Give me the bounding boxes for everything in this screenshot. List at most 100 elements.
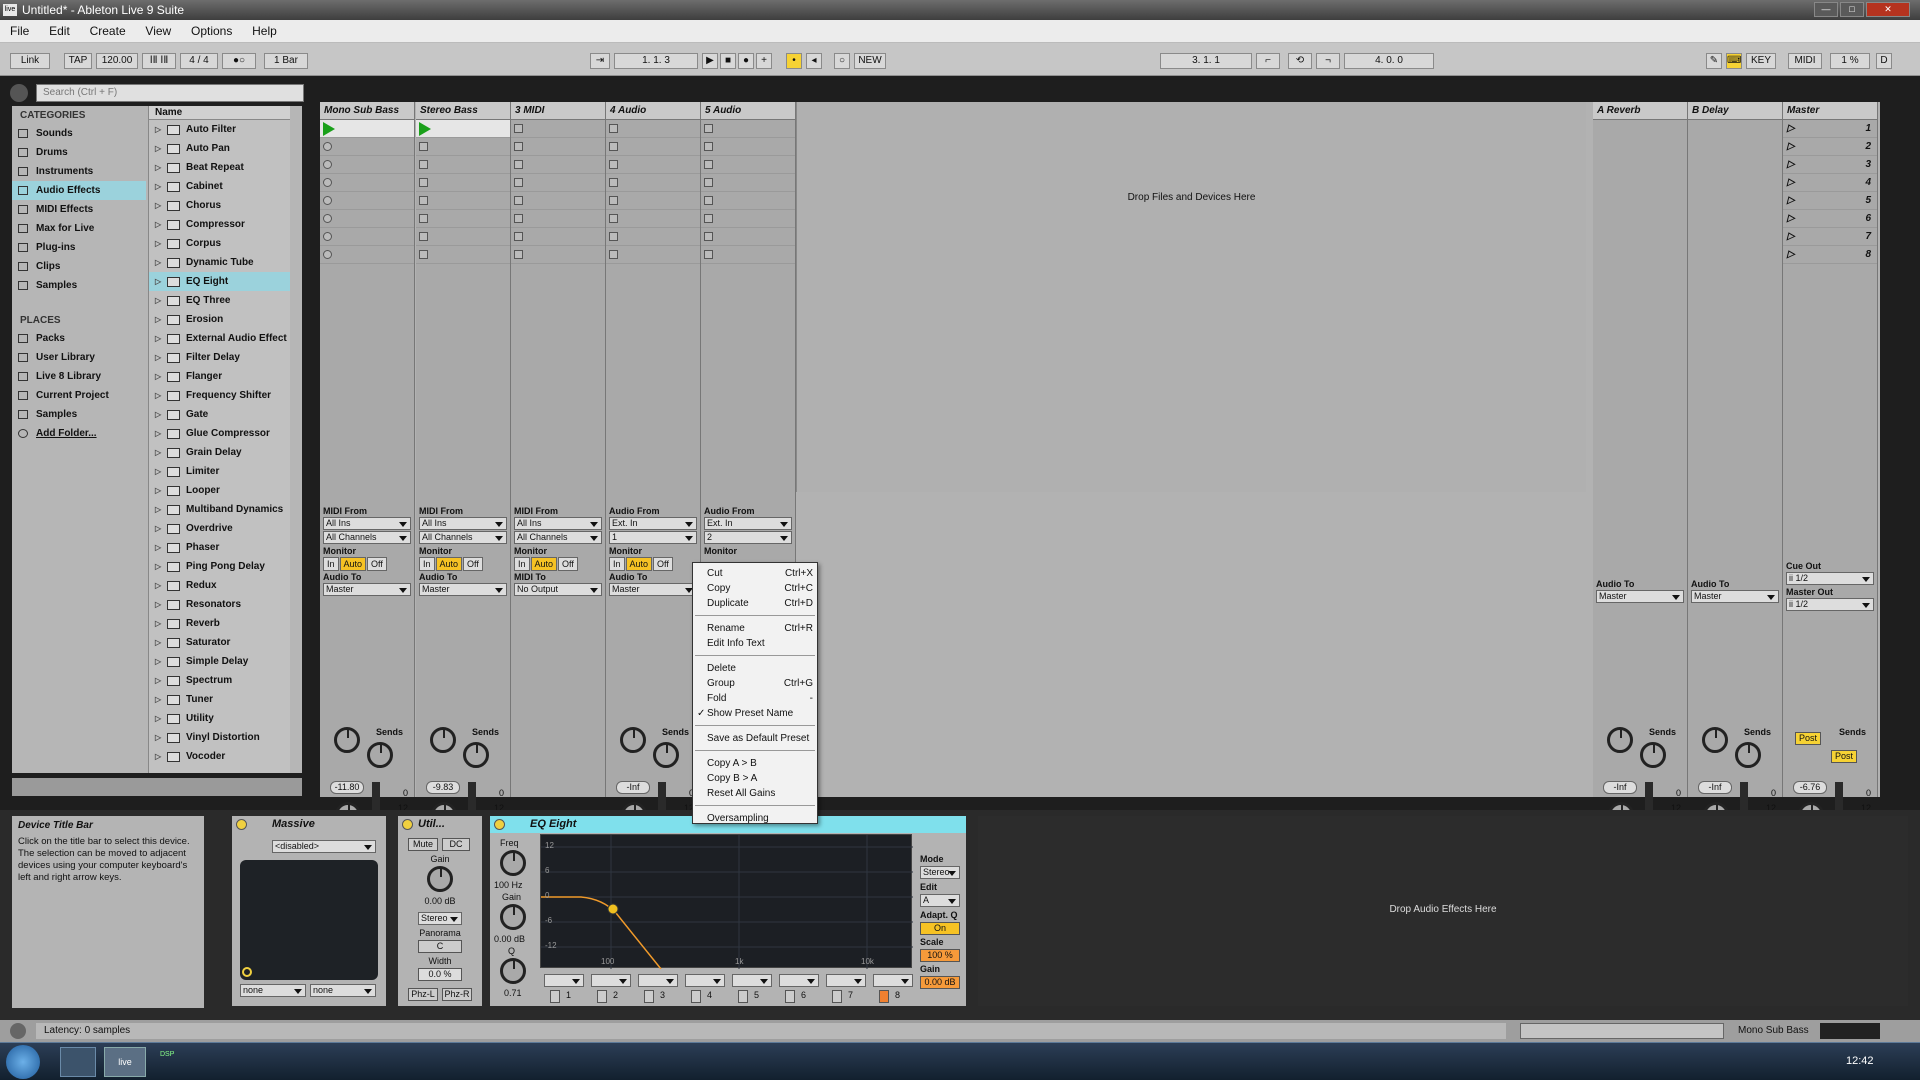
clip-slot[interactable] xyxy=(701,210,795,228)
clip-slot[interactable] xyxy=(511,174,605,192)
expand-arrow-icon[interactable]: ▷ xyxy=(155,443,161,462)
browser-item[interactable]: ▷ Saturator xyxy=(149,633,290,652)
context-menu-item[interactable]: Save as Default Preset xyxy=(707,732,813,746)
monitor-in-button[interactable]: In xyxy=(419,557,435,571)
eq-gain-knob[interactable] xyxy=(500,904,526,930)
view-toggle-icon[interactable] xyxy=(1820,1023,1880,1039)
send-a-knob[interactable] xyxy=(1607,727,1633,753)
clip-stop-icon[interactable] xyxy=(419,250,428,259)
record-clip-icon[interactable] xyxy=(323,160,332,169)
device-on-icon[interactable] xyxy=(494,819,505,830)
record-icon[interactable]: ● xyxy=(738,53,754,69)
expand-arrow-icon[interactable]: ▷ xyxy=(155,595,161,614)
scene-play-icon[interactable]: ▷ xyxy=(1787,156,1795,174)
clip-stop-icon[interactable] xyxy=(609,214,618,223)
scene-launch[interactable]: ▷ 8 xyxy=(1783,246,1877,264)
clip-slot[interactable] xyxy=(606,156,700,174)
browser-item[interactable]: ▷ EQ Three xyxy=(149,291,290,310)
clip-stop-icon[interactable] xyxy=(419,142,428,151)
mode-select[interactable]: Stereo xyxy=(920,866,960,879)
clip-stop-icon[interactable] xyxy=(514,160,523,169)
browser-item[interactable]: ▷ Overdrive xyxy=(149,519,290,538)
send-b-knob[interactable] xyxy=(1640,742,1666,768)
band-toggle[interactable] xyxy=(691,990,701,1003)
input-source-select[interactable]: All Ins xyxy=(323,517,411,530)
key-map-button[interactable]: KEY xyxy=(1746,53,1776,69)
overdub-icon[interactable]: + xyxy=(756,53,772,69)
output-target-select[interactable]: No Output xyxy=(514,583,602,596)
new-button[interactable]: NEW xyxy=(854,53,886,69)
scene-launch[interactable]: ▷ 4 xyxy=(1783,174,1877,192)
clip-slot[interactable] xyxy=(416,192,510,210)
menu-edit[interactable]: Edit xyxy=(39,20,77,43)
context-menu-item[interactable]: Oversampling xyxy=(707,812,813,826)
clip-stop-icon[interactable] xyxy=(419,232,428,241)
clip-slot[interactable] xyxy=(416,120,510,138)
close-button[interactable]: ✕ xyxy=(1866,2,1910,17)
browser-item[interactable]: ▷ Auto Filter xyxy=(149,120,290,139)
clip-stop-icon[interactable] xyxy=(609,142,618,151)
output-target-select[interactable]: Master xyxy=(323,583,411,596)
input-source-select[interactable]: All Ins xyxy=(419,517,507,530)
scene-play-icon[interactable]: ▷ xyxy=(1787,120,1795,138)
automation-arm-icon[interactable]: • xyxy=(786,53,802,69)
expand-arrow-icon[interactable]: ▷ xyxy=(155,538,161,557)
clip-slot[interactable] xyxy=(320,192,414,210)
clip-stop-icon[interactable] xyxy=(609,250,618,259)
clip-stop-icon[interactable] xyxy=(609,160,618,169)
input-channel-select[interactable]: 2 xyxy=(704,531,792,544)
volume-value[interactable]: -Inf xyxy=(616,781,650,794)
live-taskbar-button[interactable]: live xyxy=(104,1047,146,1077)
expand-arrow-icon[interactable]: ▷ xyxy=(155,747,161,766)
expand-arrow-icon[interactable]: ▷ xyxy=(155,196,161,215)
band-filter-type-select[interactable] xyxy=(638,974,678,987)
dsp-taskbar-icon[interactable]: DSP xyxy=(160,1051,174,1058)
monitor-auto-button[interactable]: Auto xyxy=(339,557,367,571)
browser-item[interactable]: ▷ Gate xyxy=(149,405,290,424)
gain-knob[interactable] xyxy=(427,866,453,892)
place-live8-library[interactable]: Live 8 Library xyxy=(12,367,146,386)
back-to-arrangement-icon[interactable]: ◂ xyxy=(806,53,822,69)
expand-arrow-icon[interactable]: ▷ xyxy=(155,728,161,747)
start-button-icon[interactable] xyxy=(6,1045,40,1079)
context-menu-item[interactable]: Delete xyxy=(707,662,813,676)
loop-length[interactable]: 4. 0. 0 xyxy=(1344,53,1434,69)
follow-icon[interactable]: ⇥ xyxy=(590,53,610,69)
menu-file[interactable]: File xyxy=(0,20,36,43)
clip-stop-icon[interactable] xyxy=(609,178,618,187)
clip-slot[interactable] xyxy=(511,120,605,138)
clip-stop-icon[interactable] xyxy=(609,232,618,241)
menu-create[interactable]: Create xyxy=(80,20,133,43)
place-current-project[interactable]: Current Project xyxy=(12,386,146,405)
scene-launch[interactable]: ▷ 2 xyxy=(1783,138,1877,156)
monitor-in-button[interactable]: In xyxy=(609,557,625,571)
context-menu-item[interactable]: Group Ctrl+G xyxy=(707,677,813,691)
clip-stop-icon[interactable] xyxy=(704,178,713,187)
clip-slot[interactable] xyxy=(320,228,414,246)
clip-slot[interactable] xyxy=(511,156,605,174)
scene-launch[interactable]: ▷ 1 xyxy=(1783,120,1877,138)
browser-item[interactable]: ▷ Chorus xyxy=(149,196,290,215)
band-filter-type-select[interactable] xyxy=(685,974,725,987)
browser-item[interactable]: ▷ Tuner xyxy=(149,690,290,709)
monitor-off-button[interactable]: Off xyxy=(463,557,483,571)
track-title[interactable]: B Delay xyxy=(1688,102,1782,120)
band-toggle[interactable] xyxy=(644,990,654,1003)
track-title[interactable]: 5 Audio xyxy=(701,102,795,120)
utility-title-bar[interactable]: Util... xyxy=(398,816,482,833)
punch-in-icon[interactable]: ⌐ xyxy=(1256,53,1280,69)
post-button-a[interactable]: Post xyxy=(1795,732,1821,745)
stop-icon[interactable]: ■ xyxy=(720,53,736,69)
device-on-icon[interactable] xyxy=(402,819,413,830)
effects-drop-zone[interactable]: Drop Audio Effects Here xyxy=(978,816,1908,1006)
clip-stop-icon[interactable] xyxy=(514,214,523,223)
expand-arrow-icon[interactable]: ▷ xyxy=(155,652,161,671)
drop-zone[interactable]: Drop Files and Devices Here xyxy=(796,102,1586,492)
expand-arrow-icon[interactable]: ▷ xyxy=(155,690,161,709)
expand-arrow-icon[interactable]: ▷ xyxy=(155,500,161,519)
monitor-auto-button[interactable]: Auto xyxy=(625,557,653,571)
context-menu-item[interactable]: Reset All Gains xyxy=(707,787,813,801)
clip-stop-icon[interactable] xyxy=(419,214,428,223)
clip-stop-icon[interactable] xyxy=(514,178,523,187)
clip-slot[interactable] xyxy=(416,138,510,156)
